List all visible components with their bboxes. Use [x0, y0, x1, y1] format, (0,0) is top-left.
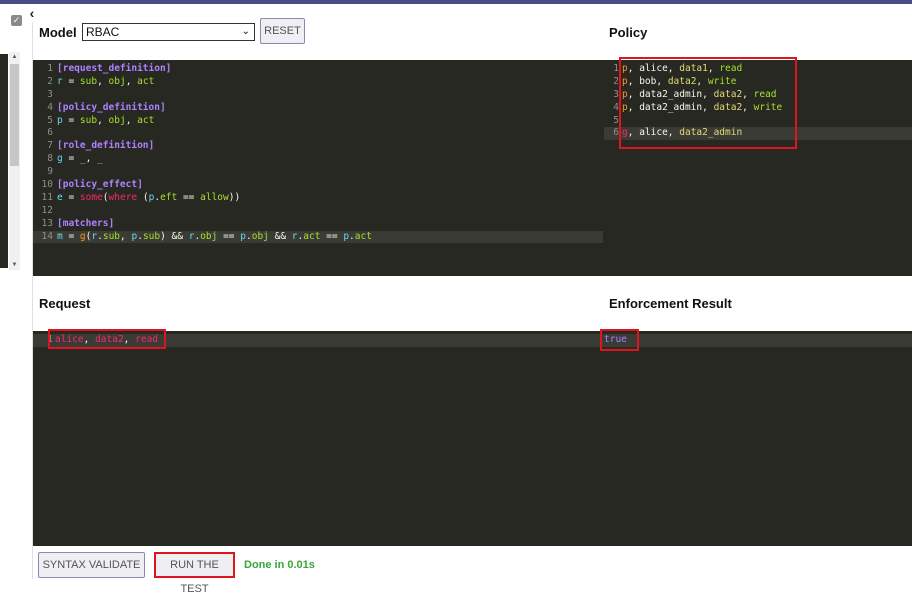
line-number: 4	[47, 101, 53, 113]
syntax-validate-button[interactable]: SYNTAX VALIDATE	[38, 552, 145, 578]
chevron-down-icon: ⌄	[241, 26, 250, 37]
model-select[interactable]: RBAC ⌄	[82, 23, 255, 41]
code-token: =	[62, 114, 80, 126]
request-highlight-box	[48, 329, 166, 349]
line-number: 6	[47, 127, 53, 139]
lower-panel-header	[33, 276, 912, 331]
line-number: 5	[47, 114, 53, 126]
line-number: 11	[41, 191, 53, 203]
code-token: [role_definition]	[57, 140, 155, 152]
collapse-sidebar-icon[interactable]: ‹	[24, 6, 40, 22]
model-select-value: RBAC	[86, 25, 120, 39]
code-token: ==	[217, 230, 241, 242]
top-accent-bar	[0, 0, 912, 4]
code-token: ) &&	[160, 230, 189, 242]
line-number: 10	[41, 179, 53, 191]
code-token: (	[137, 191, 149, 203]
code-token: act	[137, 75, 155, 87]
code-token: &&	[268, 230, 292, 242]
code-token: ,	[120, 230, 132, 242]
code-token: obj	[200, 230, 218, 242]
line-number: 14	[41, 230, 53, 242]
code-token: sub	[102, 230, 121, 242]
line-number: 3	[613, 88, 619, 100]
sidebar-editor-preview	[0, 54, 8, 268]
status-message: Done in 0.01s	[244, 559, 315, 571]
request-editor[interactable]: 1 alice, data2, read	[33, 331, 912, 546]
code-token: ,	[97, 114, 109, 126]
line-number: 3	[47, 88, 53, 100]
line-number: 1	[47, 63, 53, 74]
code-token: eft	[160, 191, 178, 203]
line-number: 4	[613, 101, 619, 113]
code-token: =	[62, 191, 80, 203]
code-token: sub	[79, 114, 98, 126]
code-token: ,	[125, 75, 138, 87]
code-token: ==	[320, 230, 344, 242]
code-token: some	[79, 191, 103, 203]
policy-highlight-box	[619, 57, 797, 149]
code-token: =	[62, 230, 80, 242]
policy-label: Policy	[609, 25, 648, 40]
code-token: _	[97, 153, 103, 165]
code-token: sub	[79, 75, 98, 87]
line-number: 7	[47, 140, 53, 152]
scroll-up-icon[interactable]: ▲	[9, 52, 20, 62]
code-token: =	[62, 153, 80, 165]
request-label: Request	[39, 296, 91, 311]
code-token: act	[137, 114, 155, 126]
run-test-highlight-box	[154, 552, 235, 578]
code-token: act	[303, 230, 321, 242]
code-token: [policy_definition]	[57, 101, 166, 113]
line-number: 1	[613, 63, 619, 74]
line-number: 8	[47, 153, 53, 165]
code-token: [request_definition]	[57, 63, 172, 74]
code-token: ,	[125, 114, 138, 126]
line-number: 6	[613, 127, 619, 139]
code-token: obj	[251, 230, 269, 242]
line-number: 2	[47, 75, 53, 87]
enforcement-result-label: Enforcement Result	[609, 296, 732, 311]
reset-button[interactable]: RESET	[260, 18, 305, 44]
sidebar-scrollbar[interactable]: ▲ ▼	[9, 52, 20, 270]
line-number: 12	[41, 204, 53, 216]
line-number: 5	[613, 114, 619, 126]
code-token: where	[108, 191, 138, 203]
result-highlight-box	[600, 329, 639, 351]
code-token: sub	[142, 230, 161, 242]
code-token: ==	[177, 191, 201, 203]
line-number: 2	[613, 75, 619, 87]
code-token: ,	[85, 153, 98, 165]
scrollbar-thumb[interactable]	[10, 64, 19, 166]
code-token: act	[354, 230, 372, 242]
code-token: allow	[200, 191, 229, 203]
code-token: obj	[108, 114, 126, 126]
line-number: 9	[47, 166, 53, 178]
code-token: [matchers]	[57, 217, 115, 229]
code-token: =	[62, 75, 80, 87]
line-number: 13	[41, 217, 53, 229]
code-token: [policy_effect]	[57, 179, 143, 191]
code-token: ))	[228, 191, 241, 203]
scroll-down-icon[interactable]: ▼	[9, 260, 20, 270]
code-token: ,	[97, 75, 109, 87]
code-token: obj	[108, 75, 126, 87]
sidebar-checkbox[interactable]: ✓	[11, 15, 22, 26]
code-line[interactable]: 14 m = g(r.sub, p.sub) && r.obj == p.obj …	[33, 230, 603, 244]
model-label: Model	[39, 25, 77, 40]
